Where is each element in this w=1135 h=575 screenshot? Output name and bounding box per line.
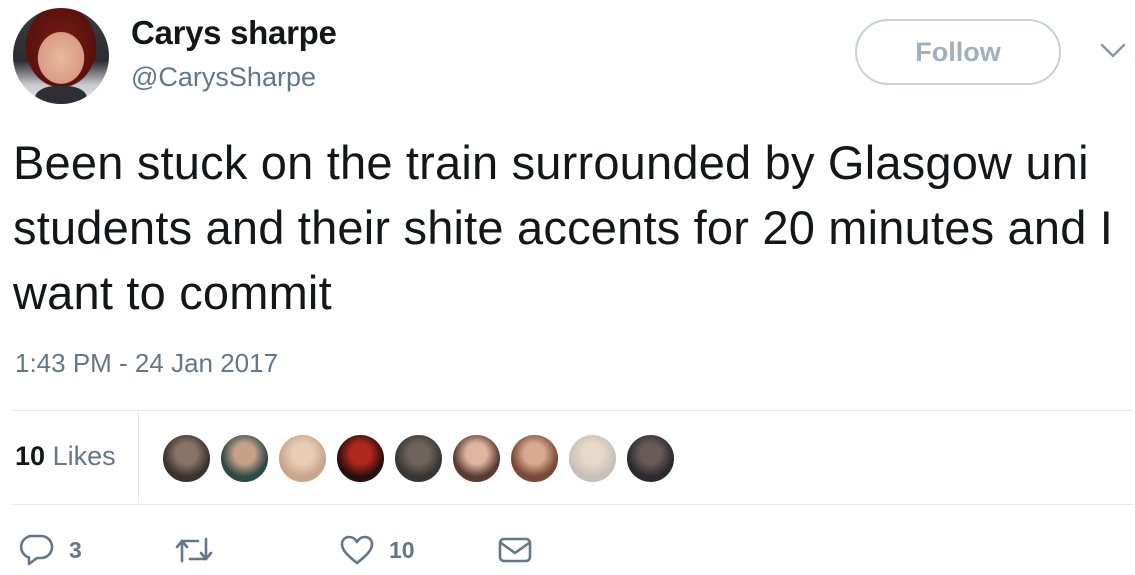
liker-avatar-9[interactable] bbox=[626, 434, 675, 483]
heart-icon bbox=[339, 534, 375, 566]
direct-message-button[interactable] bbox=[498, 532, 532, 568]
like-button[interactable]: 10 bbox=[339, 532, 415, 568]
tweet-text: Been stuck on the train surrounded by Gl… bbox=[13, 136, 1114, 319]
display-name[interactable]: Carys sharpe bbox=[131, 14, 337, 52]
liker-avatar-7[interactable] bbox=[510, 434, 559, 483]
likes-stat[interactable]: 10 Likes bbox=[15, 441, 116, 472]
stats-vertical-divider bbox=[138, 411, 139, 503]
reply-count: 3 bbox=[69, 536, 82, 563]
like-count: 10 bbox=[389, 536, 415, 563]
stats-top-divider bbox=[13, 410, 1133, 411]
liker-avatar-6[interactable] bbox=[452, 434, 501, 483]
likes-label: Likes bbox=[52, 441, 116, 471]
tweet-timestamp[interactable]: 1:43 PM - 24 Jan 2017 bbox=[15, 348, 278, 379]
liker-avatar-8[interactable] bbox=[568, 434, 617, 483]
liker-avatar-1[interactable] bbox=[162, 434, 211, 483]
follow-button[interactable]: Follow bbox=[855, 19, 1061, 85]
liker-avatar-2[interactable] bbox=[220, 434, 269, 483]
liker-avatar-5[interactable] bbox=[394, 434, 443, 483]
likes-count: 10 bbox=[15, 441, 46, 471]
retweet-icon bbox=[174, 535, 214, 565]
profile-avatar[interactable] bbox=[13, 8, 109, 104]
reply-icon bbox=[19, 533, 55, 567]
envelope-icon bbox=[498, 536, 532, 564]
liker-avatar-4[interactable] bbox=[336, 434, 385, 483]
reply-button[interactable]: 3 bbox=[19, 532, 82, 568]
chevron-down-icon[interactable] bbox=[1098, 38, 1128, 64]
user-handle[interactable]: @CarysSharpe bbox=[131, 62, 316, 93]
retweet-button[interactable] bbox=[174, 532, 228, 568]
liker-avatar-3[interactable] bbox=[278, 434, 327, 483]
stats-bottom-divider bbox=[13, 504, 1133, 505]
